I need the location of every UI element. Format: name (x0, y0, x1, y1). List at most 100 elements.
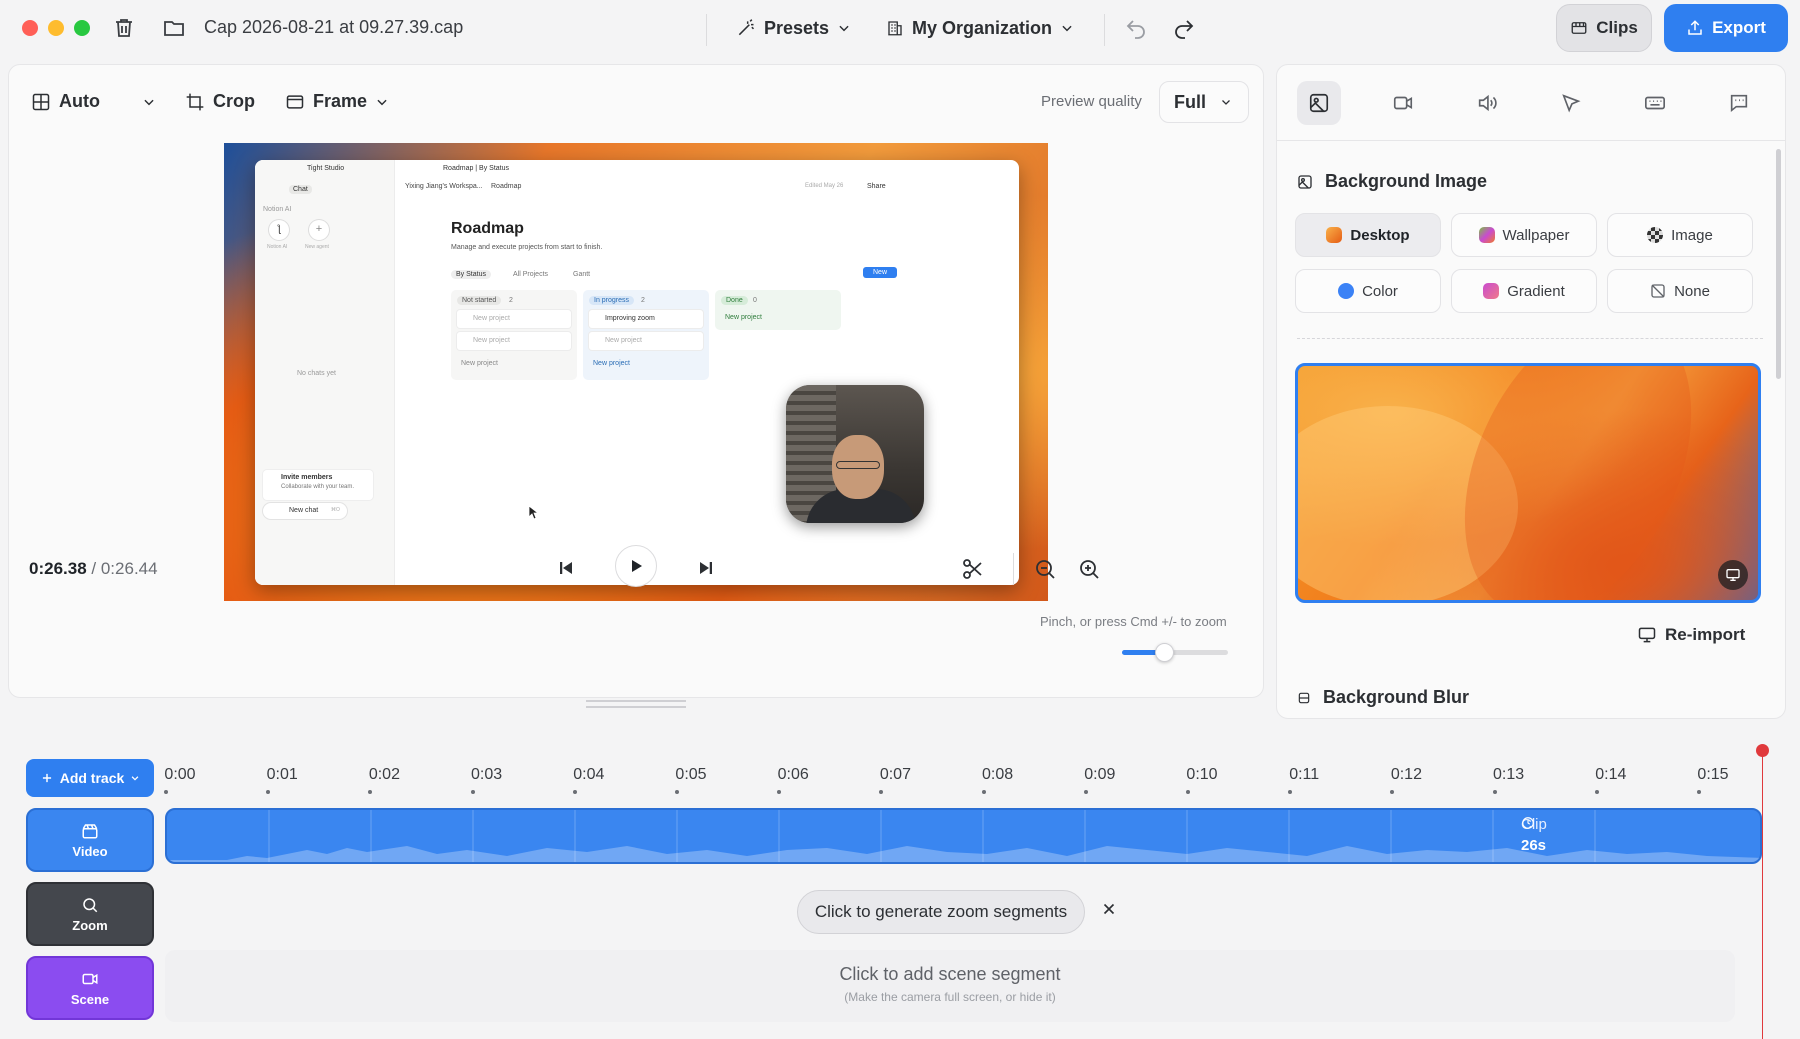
recorded-add-row: New project (725, 314, 762, 321)
frame-dropdown[interactable]: Frame (285, 91, 389, 112)
resize-handle[interactable] (586, 700, 686, 708)
play-button[interactable] (615, 545, 657, 587)
recorded-breadcrumb-page: Roadmap (491, 183, 522, 190)
background-option-wallpaper[interactable]: Wallpaper (1451, 213, 1597, 257)
preview-quality-label: Preview quality (1041, 93, 1142, 110)
timecode: 0:26.38 / 0:26.44 (29, 559, 158, 579)
maximize-window-button[interactable] (74, 20, 90, 36)
total-time: / 0:26.44 (91, 559, 158, 578)
background-option-color[interactable]: Color (1295, 269, 1441, 313)
monitor-icon[interactable] (1718, 560, 1748, 590)
audio-tab-icon[interactable] (1465, 81, 1509, 125)
minimize-window-button[interactable] (48, 20, 64, 36)
organization-button[interactable]: My Organization (886, 12, 1074, 44)
add-track-button[interactable]: Add track (26, 759, 154, 797)
recorded-column: Done 0 New project (715, 290, 841, 330)
chevron-down-icon (839, 25, 849, 32)
zoom-hint: Pinch, or press Cmd +/- to zoom (1040, 614, 1227, 629)
time-tick-mark (368, 790, 373, 794)
recorded-invite-title: Invite members (281, 474, 333, 481)
time-tick-mark (777, 790, 782, 794)
scene-lane[interactable]: Click to add scene segment (Make the cam… (165, 950, 1735, 1022)
divider (1013, 553, 1014, 585)
background-preview[interactable] (1295, 363, 1761, 603)
layout-dropdown[interactable]: Auto (31, 91, 156, 112)
time-tick-label: 0:10 (1186, 766, 1218, 783)
trash-icon[interactable] (112, 16, 136, 40)
background-option-image[interactable]: Image (1607, 213, 1753, 257)
skip-back-icon[interactable] (557, 559, 575, 582)
recorded-card: New project (589, 332, 703, 350)
recorded-new-agent-caption: New agent (305, 244, 329, 250)
scrollbar[interactable] (1776, 149, 1781, 379)
background-image-title: Background Image (1325, 171, 1488, 191)
playhead-handle[interactable] (1756, 744, 1769, 757)
scene-title: Click to add scene segment (839, 964, 1061, 984)
recorded-new-chat-shortcut: ⌘O (331, 507, 340, 513)
magic-wand-icon (738, 19, 755, 36)
video-track-label: Video (72, 843, 108, 859)
close-window-button[interactable] (22, 20, 38, 36)
layout-grid-icon (32, 93, 50, 110)
folder-icon[interactable] (162, 16, 186, 40)
chevron-down-icon (131, 776, 139, 781)
recorded-share: Share (867, 183, 886, 190)
option-label: Color (1362, 282, 1398, 300)
add-track-label: Add track (59, 770, 125, 786)
presets-button[interactable]: Presets (736, 12, 851, 44)
recorded-card: New project (457, 310, 571, 328)
recorded-add-row: New project (461, 360, 498, 367)
time-tick-mark (1390, 790, 1395, 794)
chevron-down-icon (144, 99, 154, 105)
export-button[interactable]: Export (1664, 4, 1788, 52)
zoom-slider[interactable] (1122, 643, 1228, 662)
background-option-none[interactable]: None (1607, 269, 1753, 313)
time-tick-label: 0:00 (164, 766, 196, 783)
redo-icon[interactable] (1172, 16, 1196, 40)
time-tick-mark (1288, 790, 1293, 794)
recorded-view-tab: Gantt (573, 271, 591, 278)
camera-tab-icon[interactable] (1381, 81, 1425, 125)
video-track-button[interactable]: Video (26, 808, 154, 872)
organization-label: My Organization (912, 17, 1053, 38)
gradient-swatch-icon (1483, 283, 1500, 299)
close-icon[interactable] (1100, 900, 1122, 922)
video-clip[interactable]: Clip 26s (165, 808, 1762, 864)
building-icon (888, 21, 902, 36)
captions-tab-icon[interactable] (1717, 81, 1761, 125)
recorded-column-name: Done (721, 296, 748, 305)
recorded-page-subtitle: Manage and execute projects from start t… (451, 244, 603, 251)
crop-button[interactable]: Crop (185, 91, 255, 112)
keyboard-tab-icon[interactable] (1633, 81, 1677, 125)
image-icon (1298, 174, 1312, 189)
zoom-track-button[interactable]: Zoom (26, 882, 154, 946)
time-tick-mark (981, 790, 986, 794)
background-option-gradient[interactable]: Gradient (1451, 269, 1597, 313)
settings-panel: Background Image Desktop Wallpaper Image… (1276, 64, 1786, 719)
preview-quality-select[interactable]: Full (1159, 81, 1249, 123)
recorded-column: Not started 2 New project New project Ne… (451, 290, 577, 380)
zoom-in-icon[interactable] (1077, 557, 1101, 586)
zoom-out-icon[interactable] (1033, 557, 1057, 586)
scene-track-button[interactable]: Scene (26, 956, 154, 1020)
undo-icon[interactable] (1124, 16, 1148, 40)
reimport-button[interactable]: Re-import (1637, 625, 1745, 645)
skip-forward-icon[interactable] (697, 559, 715, 582)
clock-icon (1522, 817, 1534, 829)
clips-button[interactable]: Clips (1556, 4, 1652, 52)
time-tick-mark (1492, 790, 1497, 794)
time-tick-mark (1083, 790, 1088, 794)
video-preview[interactable]: Tight Studio Chat Notion AI ƪ Notion AI … (224, 143, 1048, 601)
generate-zoom-segments-button[interactable]: Click to generate zoom segments (797, 890, 1085, 934)
recorded-invite-sub: Collaborate with your team. (281, 484, 355, 490)
playhead[interactable] (1762, 750, 1763, 1039)
recorded-edited: Edited May 26 (805, 183, 844, 189)
time-tick-label: 0:09 (1084, 766, 1116, 783)
color-swatch-icon (1338, 283, 1355, 299)
background-option-desktop[interactable]: Desktop (1295, 213, 1441, 257)
cursor-tab-icon[interactable] (1549, 81, 1593, 125)
background-tab-icon[interactable] (1297, 81, 1341, 125)
recorded-notion-ai-heading: Notion AI (263, 206, 292, 213)
webcam-overlay (786, 385, 924, 523)
scissors-icon[interactable] (961, 557, 985, 586)
